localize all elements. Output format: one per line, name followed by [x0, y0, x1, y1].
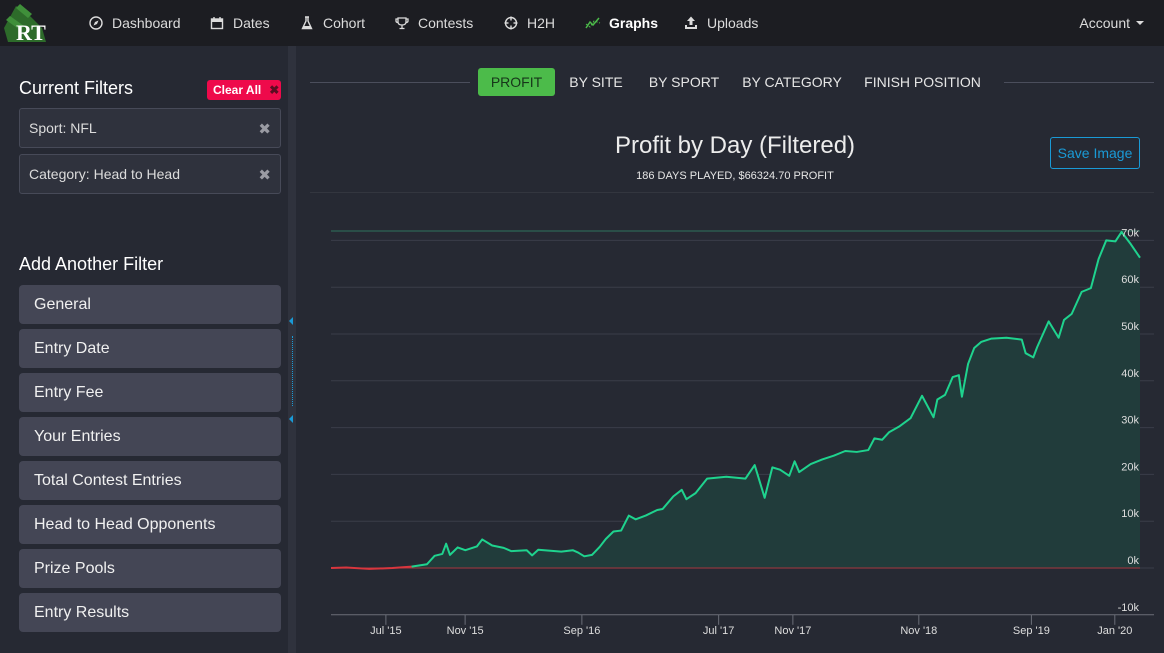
- y-tick-label: 40k: [1121, 368, 1139, 380]
- y-tick-label: 30k: [1121, 415, 1139, 427]
- y-tick-label: 0k: [1127, 555, 1139, 567]
- x-tick-label: Nov '15: [447, 625, 484, 637]
- y-tick-label: 70k: [1121, 227, 1139, 239]
- x-tick-label: Jan '20: [1097, 625, 1132, 637]
- x-tick-label: Jul '15: [370, 625, 401, 637]
- x-tick-label: Sep '19: [1013, 625, 1050, 637]
- profit-area: [331, 231, 1140, 569]
- x-tick-label: Jul '17: [703, 625, 734, 637]
- y-tick-label: -10k: [1118, 602, 1140, 614]
- area-layer: [331, 231, 1140, 569]
- y-tick-label: 20k: [1121, 461, 1139, 473]
- x-tick-label: Nov '18: [900, 625, 937, 637]
- y-tick-label: 50k: [1121, 321, 1139, 333]
- profit-chart: -10k 0k 10k 20k 30k 40k 50k 60k 70k Jul '15 Nov '…: [330, 227, 1154, 637]
- y-tick-label: 60k: [1121, 274, 1139, 286]
- x-axis: Jul '15 Nov '15 Sep '16 Jul '17 Nov '17 Nov '…: [370, 614, 1132, 637]
- y-tick-label: 10k: [1121, 508, 1139, 520]
- x-tick-label: Sep '16: [563, 625, 600, 637]
- x-tick-label: Nov '17: [774, 625, 811, 637]
